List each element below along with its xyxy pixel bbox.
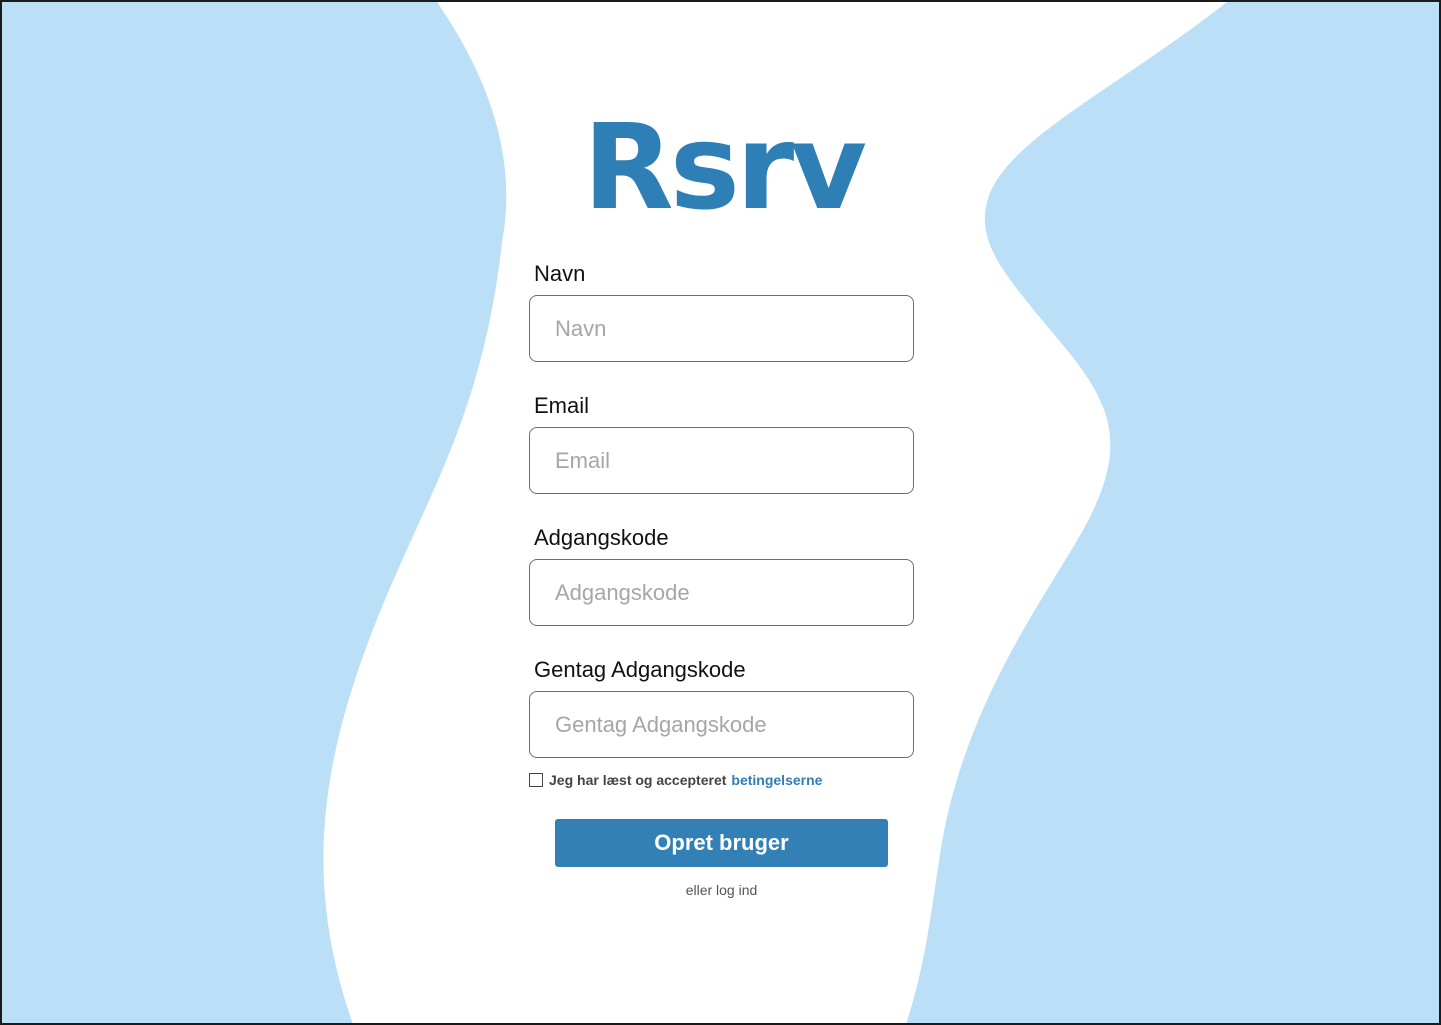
terms-row: Jeg har læst og accepteret betingelserne [529, 771, 822, 789]
password-input[interactable] [529, 559, 914, 626]
password-label: Adgangskode [534, 525, 669, 550]
terms-checkbox[interactable] [529, 773, 543, 787]
signup-page: Rsrv Navn Email Adgangskode Gentag Adgan… [0, 0, 1441, 1025]
login-link[interactable]: eller log ind [555, 882, 888, 898]
right-wave-shape [906, 2, 1439, 1023]
terms-link[interactable]: betingelserne [731, 772, 822, 788]
email-input[interactable] [529, 427, 914, 494]
email-label: Email [534, 393, 590, 418]
password-repeat-label: Gentag Adgangskode [534, 657, 746, 682]
app-logo: Rsrv [582, 98, 867, 236]
left-wave-shape [2, 2, 507, 1023]
name-label: Navn [534, 261, 586, 286]
terms-text: Jeg har læst og accepteret [549, 772, 727, 788]
password-repeat-input[interactable] [529, 691, 914, 758]
create-account-button[interactable]: Opret bruger [555, 819, 888, 867]
name-input[interactable] [529, 295, 914, 362]
